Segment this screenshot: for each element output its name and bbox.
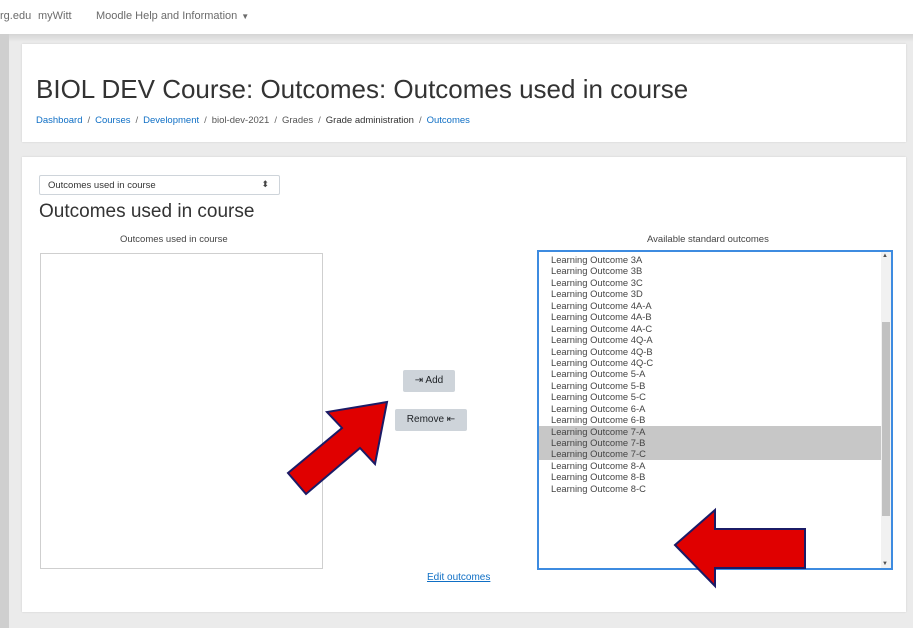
available-outcome-option[interactable]: Learning Outcome 3B	[539, 265, 881, 276]
listbox-scrollbar[interactable]: ▲ ▼	[881, 252, 891, 568]
nav-link-site[interactable]: rg.edu	[0, 10, 31, 22]
breadcrumb-outcomes[interactable]: Outcomes	[427, 115, 470, 126]
breadcrumb-grades[interactable]: Grades	[282, 115, 313, 126]
available-outcome-option[interactable]: Learning Outcome 4A-A	[539, 300, 881, 311]
chevron-down-icon: ▼	[241, 12, 250, 21]
scroll-up-icon[interactable]: ▲	[882, 253, 888, 259]
available-outcome-option[interactable]: Learning Outcome 3A	[539, 254, 881, 265]
breadcrumb-course[interactable]: biol-dev-2021	[212, 115, 270, 126]
breadcrumb-separator: /	[204, 115, 207, 126]
breadcrumb-separator: /	[274, 115, 277, 126]
available-outcome-option[interactable]: Learning Outcome 7-B	[539, 437, 881, 449]
nav-menu-moodle-help[interactable]: Moodle Help and Information ▼	[96, 10, 249, 22]
add-button[interactable]: ⇥ Add	[403, 370, 455, 392]
available-outcome-option[interactable]: Learning Outcome 5-B	[539, 380, 881, 391]
arrow-icon	[673, 507, 806, 589]
breadcrumb-dashboard[interactable]: Dashboard	[36, 115, 82, 126]
available-outcome-option[interactable]: Learning Outcome 4Q-C	[539, 357, 881, 368]
available-outcome-option[interactable]: Learning Outcome 8-C	[539, 483, 881, 494]
nav-menu-label: Moodle Help and Information	[96, 10, 238, 22]
available-outcome-option[interactable]: Learning Outcome 3C	[539, 277, 881, 288]
available-outcomes-label: Available standard outcomes	[647, 234, 769, 245]
available-outcome-option[interactable]: Learning Outcome 8-B	[539, 471, 881, 482]
page-title: BIOL DEV Course: Outcomes: Outcomes used…	[36, 74, 689, 104]
section-title: Outcomes used in course	[39, 201, 255, 222]
outcomes-nav-select[interactable]: Outcomes used in course ⬍	[39, 175, 280, 195]
available-outcome-option[interactable]: Learning Outcome 3D	[539, 288, 881, 299]
annotation-arrow-shape	[286, 400, 389, 496]
select-value: Outcomes used in course	[48, 180, 156, 191]
breadcrumb: Dashboard / Courses / Development / biol-dev-2…	[36, 115, 470, 126]
available-outcome-option[interactable]: Learning Outcome 8-A	[539, 460, 881, 471]
used-outcomes-label: Outcomes used in course	[120, 234, 228, 245]
top-navigation: rg.edu myWitt Moodle Help and Informatio…	[0, 0, 913, 34]
available-outcome-option[interactable]: Learning Outcome 6-A	[539, 403, 881, 414]
breadcrumb-grade-administration: Grade administration	[325, 115, 414, 126]
available-outcome-option[interactable]: Learning Outcome 7-A	[539, 425, 881, 437]
available-outcome-option[interactable]: Learning Outcome 4A-C	[539, 323, 881, 334]
available-outcomes-options: Learning Outcome 3A Learning Outcome 3B Le…	[539, 252, 881, 494]
scrollbar-thumb[interactable]	[882, 322, 890, 516]
available-outcome-option[interactable]: Learning Outcome 5-C	[539, 391, 881, 402]
breadcrumb-development[interactable]: Development	[143, 115, 199, 126]
breadcrumb-separator: /	[318, 115, 321, 126]
used-outcomes-listbox[interactable]	[40, 253, 323, 569]
remove-button[interactable]: Remove ⇤	[395, 409, 467, 431]
breadcrumb-separator: /	[87, 115, 91, 126]
available-outcome-option[interactable]: Learning Outcome 4Q-B	[539, 346, 881, 357]
scroll-down-icon[interactable]: ▼	[882, 561, 888, 567]
breadcrumb-separator: /	[418, 115, 422, 126]
select-arrows-icon: ⬍	[261, 179, 269, 189]
edit-outcomes-link[interactable]: Edit outcomes	[427, 572, 490, 583]
available-outcome-option[interactable]: Learning Outcome 5-A	[539, 368, 881, 379]
page-header: BIOL DEV Course: Outcomes: Outcomes used…	[22, 44, 906, 142]
breadcrumb-courses[interactable]: Courses	[95, 115, 130, 126]
annotation-arrow-shape	[673, 507, 806, 589]
left-edge	[0, 34, 9, 628]
arrow-icon	[286, 400, 389, 496]
nav-link-mywitt[interactable]: myWitt	[38, 10, 72, 22]
available-outcome-option[interactable]: Learning Outcome 6-B	[539, 414, 881, 425]
available-outcome-option[interactable]: Learning Outcome 4A-B	[539, 311, 881, 322]
available-outcome-option[interactable]: Learning Outcome 7-C	[539, 448, 881, 460]
breadcrumb-separator: /	[135, 115, 139, 126]
available-outcome-option[interactable]: Learning Outcome 4Q-A	[539, 334, 881, 345]
